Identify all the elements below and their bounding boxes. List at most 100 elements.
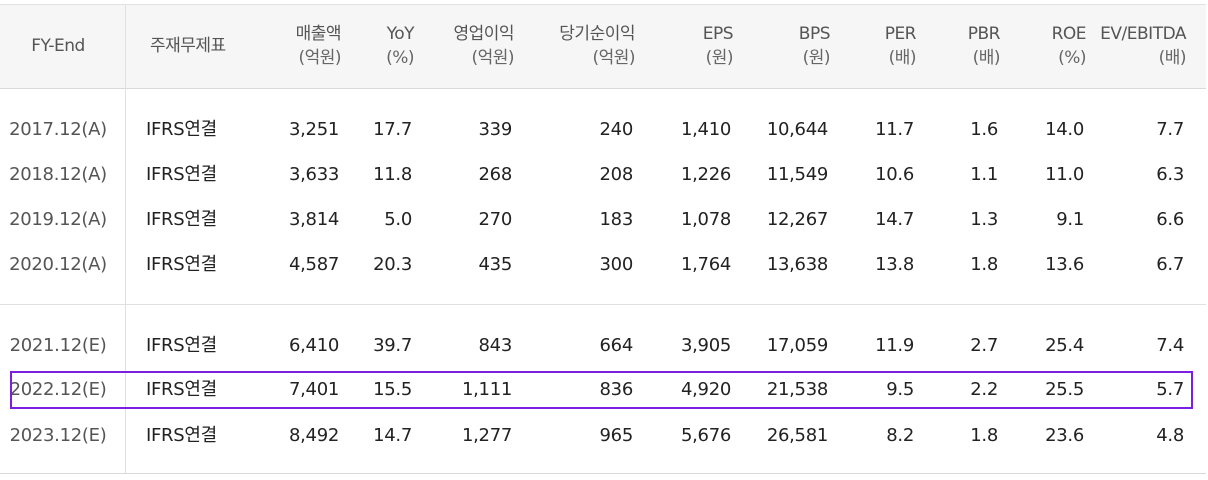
ev-ebitda-cell: 7.7 — [1156, 119, 1184, 140]
table-row-highlighted: 2022.12(E) IFRS연결 7,401 15.5 1,111 836 4… — [0, 368, 1206, 412]
yoy-cell: 15.5 — [373, 379, 412, 400]
fy-cell: 2021.12(E) — [9, 335, 107, 356]
statement-cell: IFRS연결 — [146, 254, 217, 275]
bps-cell: 26,581 — [766, 425, 828, 446]
revenue-cell: 3,814 — [288, 209, 339, 230]
operating-profit-cell: 843 — [478, 335, 513, 356]
per-cell: 11.9 — [875, 335, 914, 356]
statement-cell: IFRS연결 — [146, 209, 217, 230]
eps-cell: 1,764 — [680, 254, 731, 275]
net-income-cell: 300 — [599, 254, 634, 275]
bps-cell: 13,638 — [766, 254, 828, 275]
header-operating-profit: 영업이익 (억원) — [453, 24, 514, 68]
revenue-cell: 7,401 — [288, 379, 339, 400]
header-net-income: 당기순이익 (억원) — [559, 24, 635, 68]
pbr-cell: 1.3 — [970, 209, 998, 230]
eps-cell: 1,410 — [680, 119, 731, 140]
roe-cell: 25.5 — [1045, 379, 1084, 400]
operating-profit-cell: 270 — [478, 209, 513, 230]
operating-profit-cell: 1,277 — [461, 425, 512, 446]
eps-cell: 1,226 — [680, 164, 731, 185]
roe-cell: 23.6 — [1045, 425, 1084, 446]
bps-cell: 12,267 — [766, 209, 828, 230]
net-income-cell: 240 — [599, 119, 634, 140]
per-cell: 11.7 — [875, 119, 914, 140]
header-divider — [0, 88, 1206, 89]
yoy-cell: 39.7 — [373, 335, 412, 356]
header-eps: EPS (원) — [702, 24, 734, 68]
pbr-cell: 2.2 — [970, 379, 998, 400]
revenue-cell: 8,492 — [288, 425, 339, 446]
pbr-cell: 2.7 — [970, 335, 998, 356]
fy-cell: 2019.12(A) — [9, 209, 107, 230]
bps-cell: 21,538 — [766, 379, 828, 400]
operating-profit-cell: 435 — [478, 254, 513, 275]
revenue-cell: 3,251 — [288, 119, 339, 140]
yoy-cell: 11.8 — [373, 164, 412, 185]
operating-profit-cell: 339 — [478, 119, 513, 140]
per-cell: 9.5 — [886, 379, 914, 400]
ev-ebitda-cell: 6.6 — [1156, 209, 1184, 230]
statement-cell: IFRS연결 — [146, 425, 217, 446]
fy-cell: 2018.12(A) — [9, 164, 107, 185]
bps-cell: 10,644 — [766, 119, 828, 140]
table-row: 2017.12(A) IFRS연결 3,251 17.7 339 240 1,4… — [0, 108, 1206, 152]
statement-cell: IFRS연결 — [146, 335, 217, 356]
header-revenue: 매출액 (억원) — [295, 24, 342, 68]
bps-cell: 11,549 — [766, 164, 828, 185]
eps-cell: 4,920 — [680, 379, 731, 400]
eps-cell: 1,078 — [680, 209, 731, 230]
header-bps: BPS (원) — [798, 24, 831, 68]
group-divider — [0, 304, 1206, 305]
roe-cell: 25.4 — [1045, 335, 1084, 356]
table-bottom-border — [0, 473, 1206, 474]
table-row: 2018.12(A) IFRS연결 3,633 11.8 268 208 1,2… — [0, 153, 1206, 197]
statement-cell: IFRS연결 — [146, 164, 217, 185]
pbr-cell: 1.6 — [970, 119, 998, 140]
revenue-cell: 6,410 — [288, 335, 339, 356]
per-cell: 8.2 — [886, 425, 914, 446]
eps-cell: 5,676 — [680, 425, 731, 446]
fy-cell: 2022.12(E) — [9, 379, 107, 400]
fy-cell: 2017.12(A) — [9, 119, 107, 140]
ev-ebitda-cell: 6.7 — [1156, 254, 1184, 275]
operating-profit-cell: 268 — [478, 164, 513, 185]
header-ev-ebitda: EV/EBITDA (배) — [1100, 24, 1186, 68]
fy-cell: 2020.12(A) — [9, 254, 107, 275]
table-row: 2020.12(A) IFRS연결 4,587 20.3 435 300 1,7… — [0, 243, 1206, 287]
net-income-cell: 965 — [599, 425, 634, 446]
roe-cell: 9.1 — [1056, 209, 1084, 230]
net-income-cell: 183 — [599, 209, 634, 230]
revenue-cell: 3,633 — [288, 164, 339, 185]
header-fy-end: FY-End — [31, 36, 85, 56]
header-main-statement: 주재무제표 — [150, 36, 226, 56]
statement-cell: IFRS연결 — [146, 119, 217, 140]
yoy-cell: 5.0 — [384, 209, 412, 230]
table-row: 2019.12(A) IFRS연결 3,814 5.0 270 183 1,07… — [0, 198, 1206, 242]
net-income-cell: 208 — [599, 164, 634, 185]
per-cell: 14.7 — [875, 209, 914, 230]
roe-cell: 11.0 — [1045, 164, 1084, 185]
header-per: PER (배) — [884, 24, 917, 68]
statement-cell: IFRS연결 — [146, 379, 217, 400]
pbr-cell: 1.1 — [970, 164, 998, 185]
eps-cell: 3,905 — [680, 335, 731, 356]
header-yoy: YoY (%) — [386, 24, 414, 68]
ev-ebitda-cell: 7.4 — [1156, 335, 1184, 356]
header-roe: ROE (%) — [1051, 24, 1087, 68]
yoy-cell: 17.7 — [373, 119, 412, 140]
table-row: 2021.12(E) IFRS연결 6,410 39.7 843 664 3,9… — [0, 324, 1206, 368]
ev-ebitda-cell: 6.3 — [1156, 164, 1184, 185]
per-cell: 10.6 — [875, 164, 914, 185]
per-cell: 13.8 — [875, 254, 914, 275]
pbr-cell: 1.8 — [970, 425, 998, 446]
roe-cell: 13.6 — [1045, 254, 1084, 275]
bps-cell: 17,059 — [766, 335, 828, 356]
ev-ebitda-cell: 4.8 — [1156, 425, 1184, 446]
operating-profit-cell: 1,111 — [461, 379, 512, 400]
ev-ebitda-cell: 5.7 — [1156, 379, 1184, 400]
fy-cell: 2023.12(E) — [9, 425, 107, 446]
yoy-cell: 14.7 — [373, 425, 412, 446]
revenue-cell: 4,587 — [288, 254, 339, 275]
net-income-cell: 836 — [599, 379, 634, 400]
